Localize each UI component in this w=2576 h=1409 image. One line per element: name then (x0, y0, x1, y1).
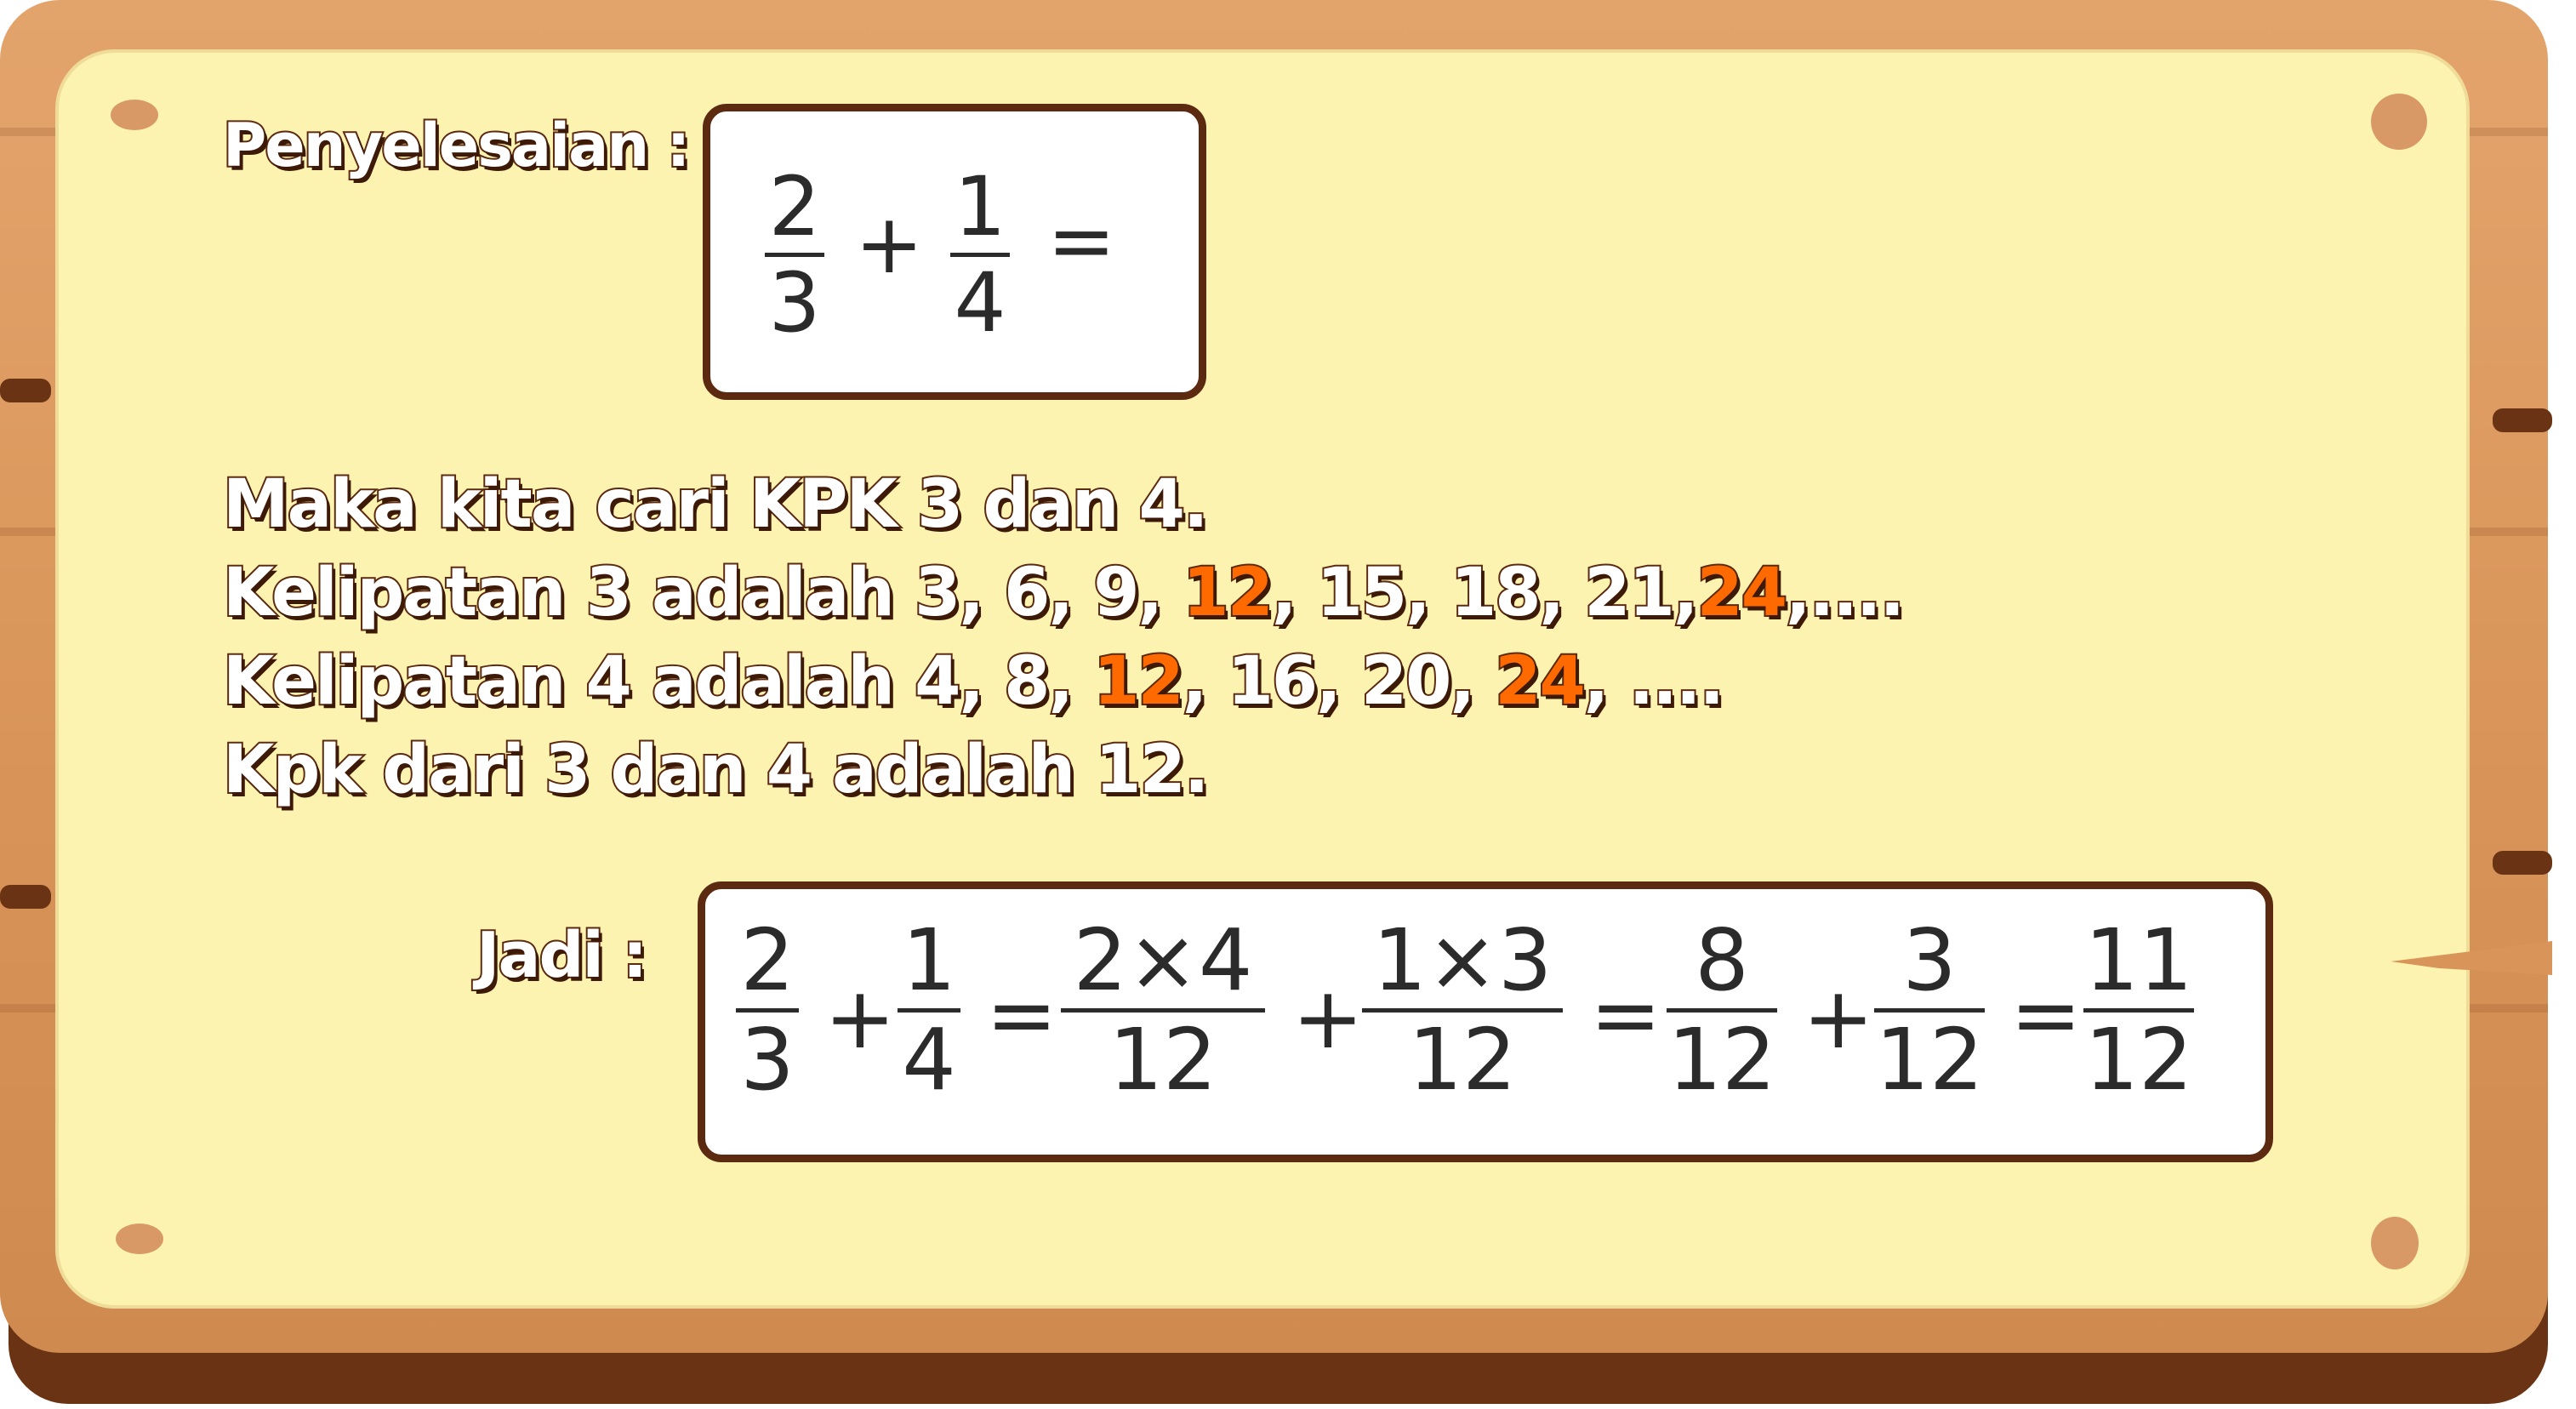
kpk-result-line: Kpk dari 3 dan 4 adalah 12. (221, 730, 1211, 810)
denominator: 3 (740, 1010, 795, 1110)
nail-icon (116, 1224, 163, 1254)
fraction-two-thirds: 2 3 (765, 166, 824, 344)
multiples-of-3-text: Kelipatan 3 adalah 3, 6, 9, (221, 553, 1183, 633)
fraction-one-fourth: 1 4 (898, 918, 960, 1103)
wood-notch (0, 885, 51, 909)
problem-box: 2 3 + 1 4 = (703, 104, 1206, 400)
numerator: 8 (1695, 910, 1749, 1010)
denominator: 12 (1875, 1010, 1984, 1110)
highlight-24: 24 (1695, 553, 1789, 633)
denominator: 12 (2084, 1010, 2193, 1110)
denominator: 4 (902, 1010, 956, 1110)
nail-icon (111, 100, 158, 130)
fraction-8-over-12: 8 12 (1667, 918, 1777, 1103)
highlight-12: 12 (1181, 553, 1275, 633)
denominator: 3 (768, 255, 821, 351)
denominator: 4 (954, 255, 1006, 351)
numerator: 3 (1902, 910, 1957, 1010)
plus-sign: + (1803, 968, 1874, 1068)
multiples-of-3-line: Kelipatan 3 adalah 3, 6, 9, 12, 15, 18, … (221, 553, 1906, 633)
wood-notch (0, 379, 51, 402)
highlight-12: 12 (1091, 642, 1186, 722)
plus-sign: + (1292, 968, 1364, 1068)
wood-notch (2493, 408, 2552, 432)
numerator: 2 (740, 910, 795, 1010)
numerator: 1×3 (1372, 910, 1553, 1010)
jadi-label: Jadi : (475, 917, 649, 994)
multiples-of-4-text-mid: , 16, 20, (1181, 642, 1496, 722)
fraction-11-over-12: 11 12 (2083, 918, 2194, 1103)
fraction-two-thirds: 2 3 (736, 918, 799, 1103)
multiples-of-4-text-end: , .... (1582, 642, 1726, 722)
equals-sign: = (1590, 965, 1661, 1064)
wood-notch (2493, 851, 2552, 875)
fraction-1x3-over-12: 1×3 12 (1362, 918, 1563, 1103)
denominator: 12 (1408, 1010, 1517, 1110)
kpk-intro-line: Maka kita cari KPK 3 dan 4. (221, 465, 1211, 545)
equals-sign: = (2010, 965, 2082, 1064)
equals-sign: = (1047, 193, 1116, 288)
nail-icon (2371, 94, 2427, 150)
answer-box: 2 3 + 1 4 = 2×4 12 + 1×3 12 = 8 12 + 3 1… (698, 881, 2273, 1162)
numerator: 2×4 (1073, 910, 1253, 1010)
denominator: 12 (1108, 1010, 1217, 1110)
fraction-2x4-over-12: 2×4 12 (1061, 918, 1265, 1103)
denominator: 12 (1667, 1010, 1776, 1110)
numerator: 1 (954, 159, 1006, 254)
multiples-of-4-text: Kelipatan 4 adalah 4, 8, (221, 642, 1094, 722)
highlight-24: 24 (1493, 642, 1587, 722)
multiples-of-4-line: Kelipatan 4 adalah 4, 8, 12, 16, 20, 24,… (221, 642, 1726, 722)
fraction-one-fourth: 1 4 (950, 166, 1010, 344)
numerator: 1 (902, 910, 956, 1010)
fraction-3-over-12: 3 12 (1874, 918, 1985, 1103)
nail-icon (2371, 1217, 2419, 1269)
equals-sign: = (986, 965, 1057, 1064)
plus-sign: + (824, 968, 896, 1068)
penyelesaian-label: Penyelesaian : (221, 109, 692, 182)
multiples-of-3-text-mid: , 15, 18, 21, (1270, 553, 1701, 633)
multiples-of-3-text-end: ,.... (1784, 553, 1906, 633)
numerator: 2 (768, 159, 821, 254)
plus-sign: + (855, 197, 924, 292)
numerator: 11 (2084, 910, 2193, 1010)
